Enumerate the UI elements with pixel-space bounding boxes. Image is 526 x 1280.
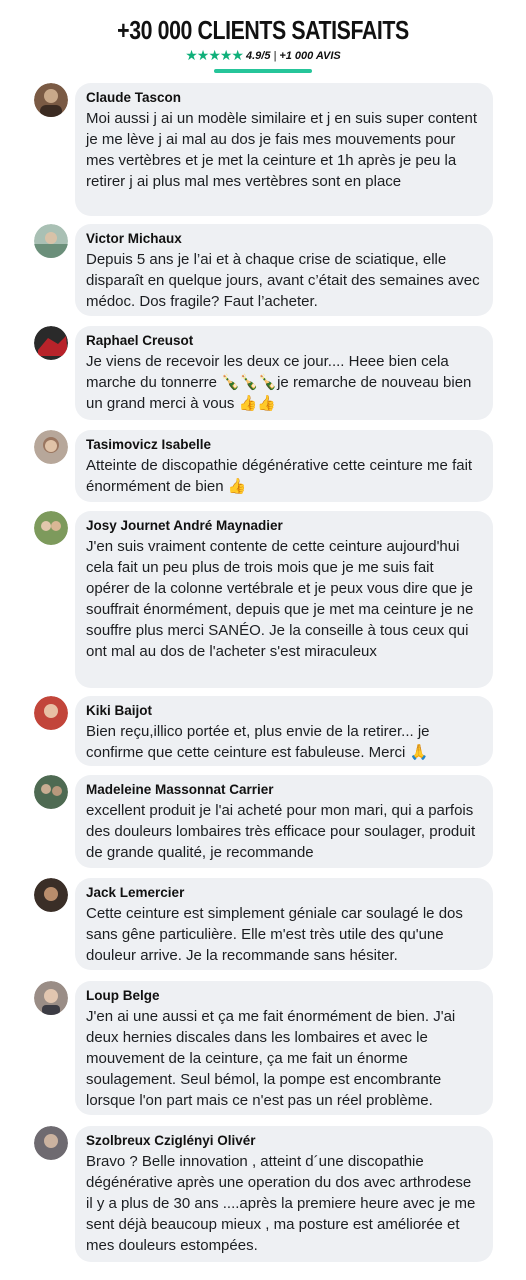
reviewer-name: Claude Tascon bbox=[86, 90, 182, 105]
rating-separator: | bbox=[273, 49, 277, 62]
star-rating-icon: ★★★★★ bbox=[185, 47, 244, 63]
review-bubble: Josy Journet André Maynadier J'en suis v… bbox=[75, 511, 493, 688]
review-text: Bravo ? Belle innovation , atteint d´une… bbox=[86, 1153, 476, 1254]
avatar bbox=[34, 430, 68, 464]
reviewer-name: Josy Journet André Maynadier bbox=[86, 518, 283, 533]
reviewer-name: Victor Michaux bbox=[86, 231, 182, 246]
reviewer-name: Szolbreux Cziglényi Olivér bbox=[86, 1133, 256, 1148]
review-text: Moi aussi j ai un modèle similaire et j … bbox=[86, 110, 478, 190]
header: +30 000 CLIENTS SATISFAITS ★★★★★ 4.9/5 |… bbox=[0, 0, 526, 73]
review-text: Atteinte de discopathie dégénérative cet… bbox=[86, 457, 473, 495]
avatar bbox=[34, 326, 68, 360]
review-count: +1 000 AVIS bbox=[279, 49, 341, 62]
avatar bbox=[34, 981, 68, 1015]
reviewer-name: Madeleine Massonnat Carrier bbox=[86, 782, 274, 797]
reviewer-name: Tasimovicz Isabelle bbox=[86, 437, 212, 452]
avatar bbox=[34, 878, 68, 912]
page-title: +30 000 CLIENTS SATISFAITS bbox=[117, 15, 409, 45]
review-bubble: Tasimovicz Isabelle Atteinte de discopat… bbox=[75, 430, 493, 502]
rating-score: 4.9/5 bbox=[245, 49, 271, 62]
review-text: Bien reçu,illico portée et, plus envie d… bbox=[86, 723, 430, 761]
avatar bbox=[34, 775, 68, 809]
review-text: J'en ai une aussi et ça me fait énorméme… bbox=[86, 1008, 456, 1109]
review-text: excellent produit je l'ai acheté pour mo… bbox=[86, 802, 476, 861]
title-underline bbox=[214, 69, 312, 73]
review-bubble: Victor Michaux Depuis 5 ans je l’ai et à… bbox=[75, 224, 493, 316]
avatar bbox=[34, 1126, 68, 1160]
reviewer-name: Loup Belge bbox=[86, 988, 160, 1003]
review-bubble: Raphael Creusot Je viens de recevoir les… bbox=[75, 326, 493, 420]
review-text: Cette ceinture est simplement géniale ca… bbox=[86, 905, 463, 964]
avatar bbox=[34, 696, 68, 730]
review-bubble: Madeleine Massonnat Carrier excellent pr… bbox=[75, 775, 493, 868]
avatar bbox=[34, 224, 68, 258]
avatar bbox=[34, 83, 68, 117]
review-text: Je viens de recevoir les deux ce jour...… bbox=[86, 353, 472, 412]
reviewer-name: Raphael Creusot bbox=[86, 333, 194, 348]
review-bubble: Loup Belge J'en ai une aussi et ça me fa… bbox=[75, 981, 493, 1115]
rating-summary: ★★★★★ 4.9/5 | +1 000 AVIS bbox=[0, 47, 526, 64]
reviewer-name: Jack Lemercier bbox=[86, 885, 185, 900]
reviewer-name: Kiki Baijot bbox=[86, 703, 153, 718]
review-bubble: Szolbreux Cziglényi Olivér Bravo ? Belle… bbox=[75, 1126, 493, 1262]
review-text: J'en suis vraiment contente de cette cei… bbox=[86, 538, 474, 660]
review-bubble: Claude Tascon Moi aussi j ai un modèle s… bbox=[75, 83, 493, 216]
review-bubble: Kiki Baijot Bien reçu,illico portée et, … bbox=[75, 696, 493, 766]
review-bubble: Jack Lemercier Cette ceinture est simple… bbox=[75, 878, 493, 970]
review-text: Depuis 5 ans je l’ai et à chaque crise d… bbox=[86, 251, 480, 310]
avatar bbox=[34, 511, 68, 545]
